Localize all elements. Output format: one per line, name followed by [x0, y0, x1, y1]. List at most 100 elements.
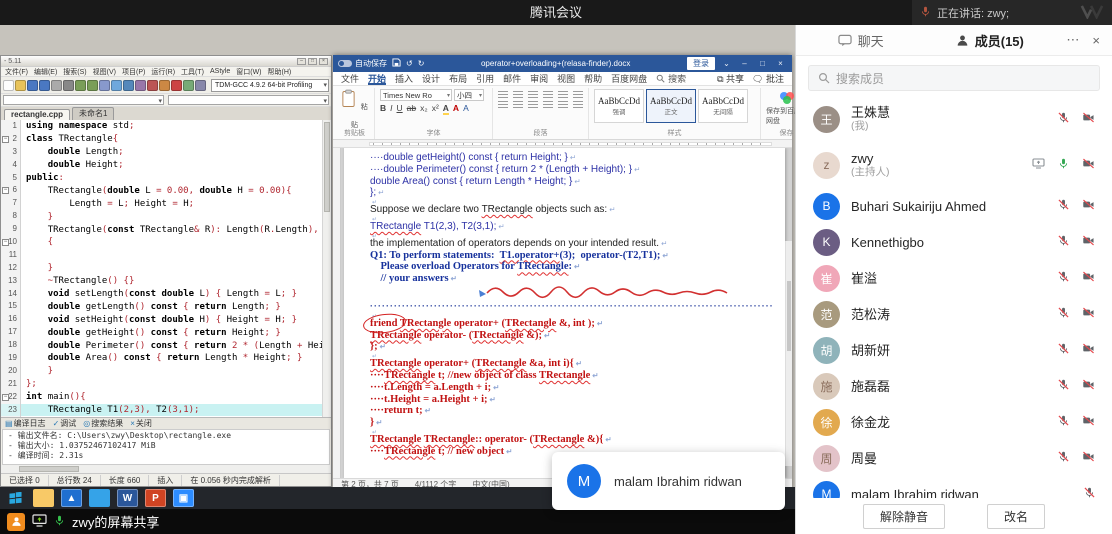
save-icon[interactable]: [392, 58, 401, 69]
close-button[interactable]: ×: [774, 59, 787, 68]
new-file-icon[interactable]: [3, 80, 14, 91]
mic-muted-icon[interactable]: [1058, 377, 1069, 395]
member-row[interactable]: 徐 徐金龙: [796, 404, 1112, 440]
code-line[interactable]: 1using namespace std;: [1, 120, 331, 133]
member-row[interactable]: 崔 崔溢: [796, 260, 1112, 296]
profile-icon[interactable]: [159, 80, 170, 91]
comments-button[interactable]: 🗨 批注: [752, 72, 784, 85]
ribbon-tab-item[interactable]: 帮助: [584, 72, 602, 85]
font-size-select[interactable]: 小四: [454, 89, 484, 101]
log-scrollbar[interactable]: [1, 465, 331, 473]
active-mic-icon[interactable]: [54, 514, 65, 529]
member-row[interactable]: 王 王姝慧(我): [796, 96, 1112, 142]
camera-off-icon[interactable]: [1082, 197, 1095, 215]
style-preset[interactable]: AaBbCcDd正文: [646, 89, 696, 123]
code-line[interactable]: 18 double Perimeter() const { return 2 *…: [1, 339, 331, 352]
code-line[interactable]: 17 double getHeight() const { return Hei…: [1, 326, 331, 339]
rebuild-icon[interactable]: [135, 80, 146, 91]
debug-icon[interactable]: [147, 80, 158, 91]
photos-icon[interactable]: ▲: [61, 489, 82, 507]
document-area[interactable]: ····double getHeight() const { return He…: [333, 148, 792, 478]
code-line[interactable]: 20 }: [1, 365, 331, 378]
member-combo[interactable]: [168, 95, 329, 105]
stop-icon[interactable]: [171, 80, 182, 91]
style-preset[interactable]: AaBbCcDd无间隔: [698, 89, 748, 123]
rename-button[interactable]: 改名: [987, 504, 1045, 529]
camera-off-icon[interactable]: [1082, 305, 1095, 323]
code-line[interactable]: 24}: [1, 416, 331, 417]
ide-menu-item[interactable]: 运行(R): [151, 67, 175, 77]
compile-icon[interactable]: [99, 80, 110, 91]
find-icon[interactable]: [195, 80, 206, 91]
font-name-select[interactable]: Times New Ro: [380, 89, 452, 101]
code-line[interactable]: −22int main(){: [1, 391, 331, 404]
code-line[interactable]: 23 TRectangle T1(2,3), T2(3,1);: [1, 404, 331, 417]
word-icon[interactable]: W: [117, 489, 138, 507]
run-icon[interactable]: [111, 80, 122, 91]
member-search-input[interactable]: 搜索成员: [808, 65, 1100, 91]
ribbon-tab-item[interactable]: 审阅: [530, 72, 548, 85]
ribbon-tab-item[interactable]: 布局: [449, 72, 467, 85]
code-line[interactable]: 13 ~TRectangle() {}: [1, 275, 331, 288]
ribbon-search[interactable]: 搜索: [656, 72, 686, 85]
log-tab[interactable]: ×关闭: [130, 418, 152, 429]
document-page[interactable]: ····double getHeight() const { return He…: [344, 148, 785, 478]
camera-off-icon[interactable]: [1082, 233, 1095, 251]
document-scrollbar[interactable]: [785, 241, 792, 466]
ribbon-tab-item[interactable]: 百度网盘: [611, 72, 647, 85]
camera-off-icon[interactable]: [1082, 341, 1095, 359]
tencent-meeting-icon[interactable]: ▣: [173, 489, 194, 507]
mic-muted-icon[interactable]: [1058, 269, 1069, 287]
powerpoint-icon[interactable]: P: [145, 489, 166, 507]
code-line[interactable]: 12 }: [1, 262, 331, 275]
ribbon-tab-item[interactable]: 引用: [476, 72, 494, 85]
compile-run-icon[interactable]: [123, 80, 134, 91]
unmute-button[interactable]: 解除静音: [863, 504, 945, 529]
ide-menu-item[interactable]: 搜索(S): [63, 67, 86, 77]
close-icon[interactable]: [51, 80, 62, 91]
undo-icon[interactable]: [75, 80, 86, 91]
member-row[interactable]: 胡 胡新妍: [796, 332, 1112, 368]
maximize-button[interactable]: □: [756, 59, 769, 68]
ribbon-display-icon[interactable]: ⌄: [720, 59, 733, 68]
login-button[interactable]: 登录: [687, 57, 715, 70]
camera-off-icon[interactable]: [1082, 377, 1095, 395]
camera-off-icon[interactable]: [1082, 413, 1095, 431]
mic-muted-icon[interactable]: [1058, 110, 1069, 128]
member-row[interactable]: M malam Ibrahim ridwan: [796, 476, 1112, 498]
code-line[interactable]: 8 }: [1, 210, 331, 223]
ide-menu-item[interactable]: 项目(P): [122, 67, 145, 77]
camera-off-icon[interactable]: [1082, 156, 1095, 174]
log-tab[interactable]: ◎搜索结果: [83, 418, 123, 429]
editor-tab[interactable]: rectangle.cpp: [4, 109, 70, 120]
mic-muted-icon[interactable]: [1058, 233, 1069, 251]
class-combo[interactable]: [3, 95, 164, 105]
mic-muted-icon[interactable]: [1058, 305, 1069, 323]
member-row[interactable]: 范 范松涛: [796, 296, 1112, 332]
ide-menu-item[interactable]: 帮助(H): [268, 67, 292, 77]
member-row[interactable]: z zwy(主持人): [796, 142, 1112, 188]
word-titlebar[interactable]: 自动保存 ↺ ↻ operator+overloading+(relasa-fi…: [333, 55, 792, 72]
devcpp-titlebar[interactable]: - 5.11 –□×: [1, 56, 331, 67]
ide-menu-item[interactable]: AStyle: [210, 68, 230, 75]
ribbon-tab-item[interactable]: 邮件: [503, 72, 521, 85]
code-line[interactable]: 4 double Height;: [1, 159, 331, 172]
tab-chat[interactable]: 聊天: [796, 25, 925, 55]
code-line[interactable]: 14 void setLength(const double L) { Leng…: [1, 288, 331, 301]
undo-icon[interactable]: ↺: [406, 59, 413, 68]
mic-active-icon[interactable]: [1058, 156, 1069, 174]
code-line[interactable]: 3 double Length;: [1, 146, 331, 159]
ribbon-tab-home[interactable]: 开始: [368, 72, 386, 85]
share-button[interactable]: ⧉ 共享: [717, 72, 744, 85]
code-line[interactable]: 21};: [1, 378, 331, 391]
log-tab[interactable]: ✓调试: [53, 418, 77, 429]
mic-muted-icon[interactable]: [1058, 449, 1069, 467]
member-row[interactable]: 施 施磊磊: [796, 368, 1112, 404]
member-row[interactable]: B Buhari Sukairiju Ahmed: [796, 188, 1112, 224]
code-line[interactable]: −10 {: [1, 236, 331, 249]
new-project-icon[interactable]: [183, 80, 194, 91]
member-row[interactable]: K Kennethigbo: [796, 224, 1112, 260]
font-format-buttons[interactable]: BIUabx₂x²AAA: [380, 103, 487, 115]
code-line[interactable]: 9 TRectangle(const TRectangle& R): Lengt…: [1, 223, 331, 236]
file-explorer-icon[interactable]: [33, 489, 54, 507]
